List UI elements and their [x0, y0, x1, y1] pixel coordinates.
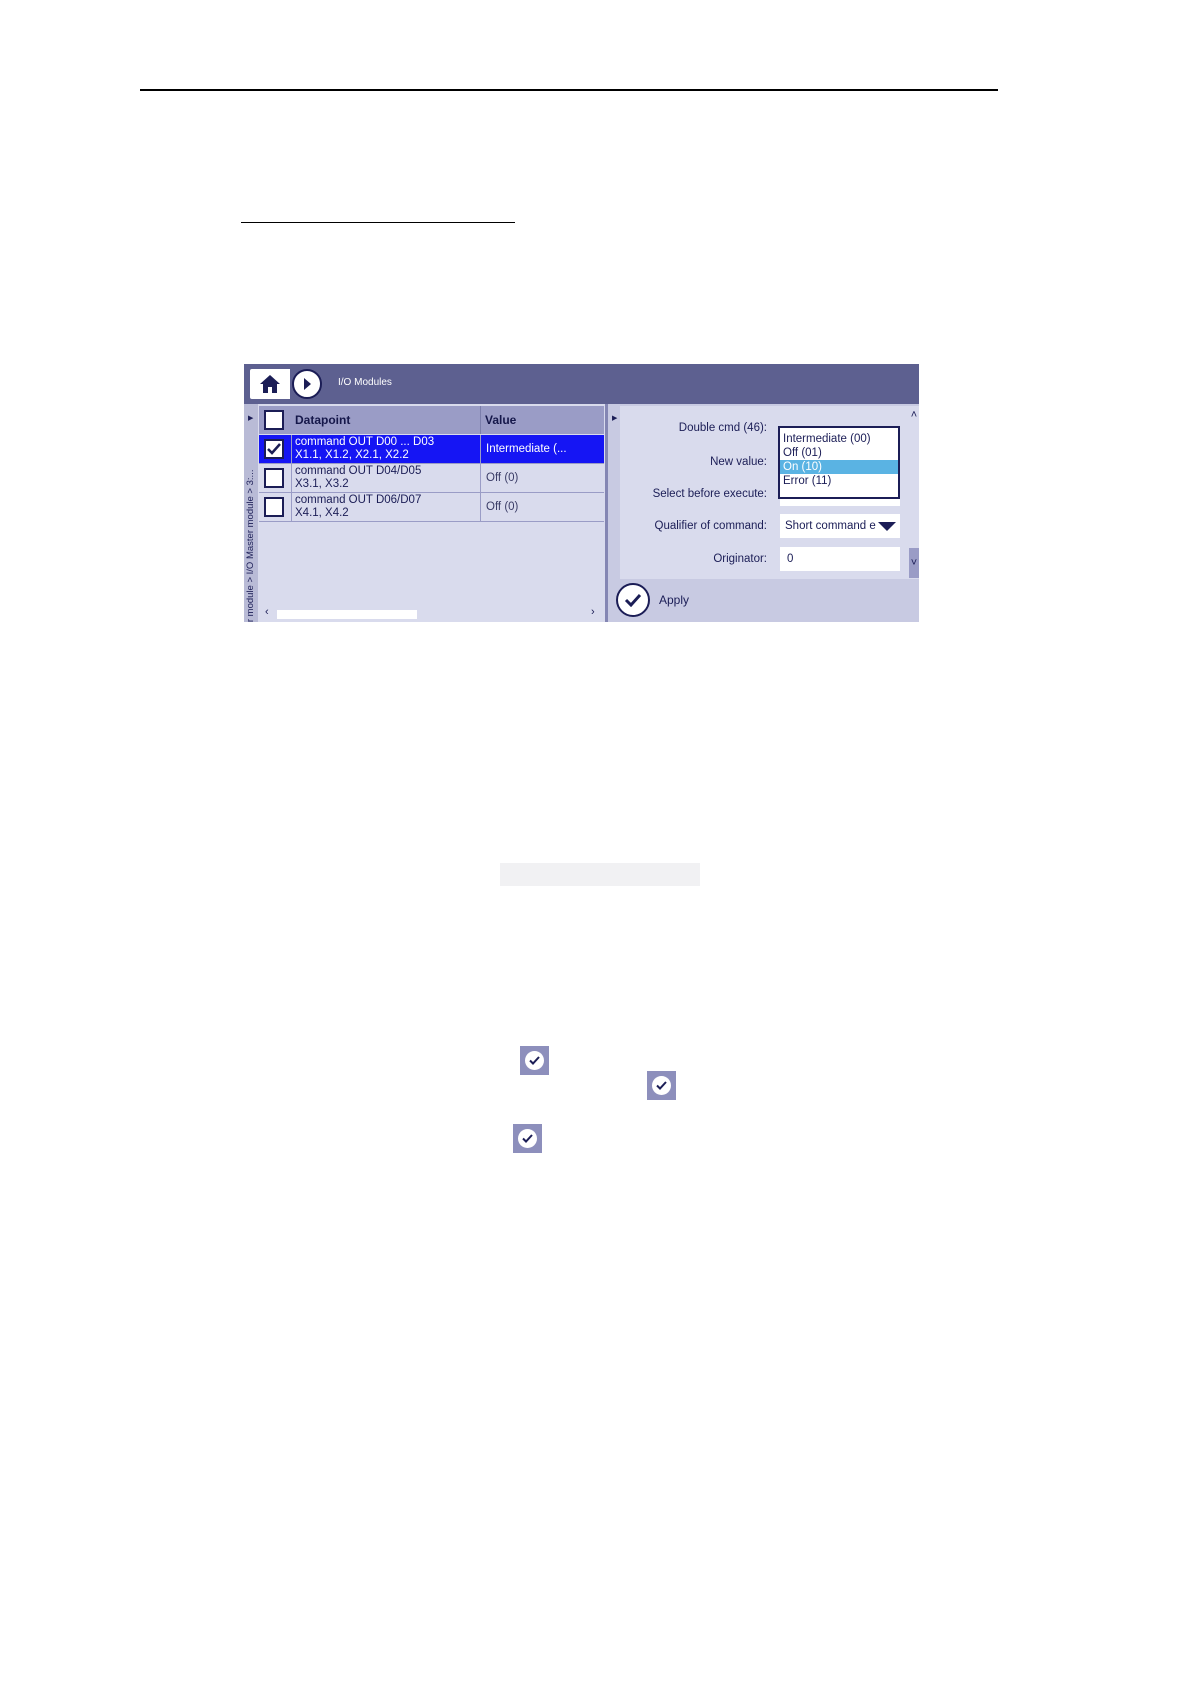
- play-arrow-icon: [304, 378, 311, 390]
- apply-bar: Apply: [608, 579, 919, 622]
- datapoint-line2: X1.1, X1.2, X2.1, X2.2: [295, 449, 409, 461]
- table-row[interactable]: command OUT D04/D05 X3.1, X3.2 Off (0): [259, 464, 604, 493]
- scroll-right-icon[interactable]: ›: [591, 606, 595, 618]
- table-row[interactable]: command OUT D06/D07 X4.1, X4.2 Off (0): [259, 493, 604, 522]
- datapoint-line2: X3.1, X3.2: [295, 478, 349, 490]
- datapoint-name: command OUT D06/D07 X4.1, X4.2: [295, 494, 421, 520]
- double-cmd-label: Double cmd (46):: [678, 422, 767, 434]
- scrollbar-thumb[interactable]: [277, 610, 417, 619]
- option-error[interactable]: Error (11): [780, 474, 898, 488]
- side-path-strip[interactable]: ▶ Master module > I/O Master module > 3:…: [244, 404, 258, 622]
- datapoint-value: Off (0): [486, 501, 519, 513]
- home-icon: [260, 375, 280, 393]
- select-before-execute-label: Select before execute:: [652, 488, 767, 500]
- apply-icon-button: [520, 1046, 549, 1075]
- column-divider: [480, 464, 481, 493]
- new-value-listbox[interactable]: Intermediate (00) Off (01) On (10) Error…: [778, 426, 900, 499]
- qualifier-value: Short command e: [785, 520, 876, 532]
- forward-button[interactable]: [292, 369, 322, 399]
- datapoint-line2: X4.1, X4.2: [295, 507, 349, 519]
- column-divider: [291, 493, 292, 522]
- table-header: Datapoint Value: [259, 406, 604, 434]
- check-icon: [522, 1134, 533, 1143]
- new-value-label: New value:: [710, 456, 767, 468]
- column-divider: [480, 406, 481, 434]
- page-top-rule: [140, 89, 998, 91]
- expand-arrow-icon[interactable]: ▶: [612, 414, 617, 422]
- checkmark-icon: [267, 443, 281, 455]
- datapoint-name: command OUT D00 ... D03 X1.1, X1.2, X2.1…: [295, 436, 434, 462]
- datapoint-line1: command OUT D00 ... D03: [295, 436, 435, 448]
- option-intermediate[interactable]: Intermediate (00): [780, 432, 898, 446]
- column-header-datapoint[interactable]: Datapoint: [295, 413, 350, 427]
- row-checkbox[interactable]: [264, 439, 284, 459]
- datapoint-line1: command OUT D04/D05: [295, 465, 422, 477]
- select-all-checkbox[interactable]: [264, 410, 284, 430]
- column-divider: [480, 435, 481, 464]
- qualifier-label: Qualifier of command:: [654, 520, 768, 532]
- datapoint-value: Intermediate (...: [486, 443, 567, 455]
- datapoint-name: command OUT D04/D05 X3.1, X3.2: [295, 465, 421, 491]
- vertical-scrollbar[interactable]: ˄ ˅: [909, 406, 919, 579]
- column-divider: [291, 435, 292, 464]
- apply-icon-button: [513, 1124, 542, 1153]
- table-row[interactable]: command OUT D00 ... D03 X1.1, X1.2, X2.1…: [259, 435, 604, 464]
- check-icon: [624, 593, 642, 607]
- apply-label[interactable]: Apply: [659, 593, 689, 607]
- column-divider: [291, 464, 292, 493]
- expand-arrow-icon[interactable]: ▶: [248, 414, 253, 422]
- column-divider: [480, 493, 481, 522]
- check-icon: [529, 1056, 540, 1065]
- apply-button[interactable]: [616, 583, 650, 617]
- row-checkbox[interactable]: [264, 468, 284, 488]
- row-checkbox[interactable]: [264, 497, 284, 517]
- section-heading-underline: [241, 222, 515, 223]
- option-off[interactable]: Off (01): [780, 446, 898, 460]
- datapoint-value: Off (0): [486, 472, 519, 484]
- originator-label: Originator:: [713, 553, 767, 565]
- scroll-left-icon[interactable]: ‹: [265, 606, 269, 618]
- side-path-label: Master module > I/O Master module > 3:..…: [245, 469, 256, 622]
- gray-placeholder-bar: [500, 863, 700, 886]
- horizontal-scrollbar[interactable]: ‹ ›: [259, 606, 601, 620]
- qualifier-dropdown[interactable]: Short command e: [780, 514, 900, 538]
- datapoint-line1: command OUT D06/D07: [295, 494, 422, 506]
- option-on-highlighted[interactable]: On (10): [780, 460, 898, 474]
- originator-field[interactable]: 0: [780, 547, 900, 571]
- breadcrumb: I/O Modules: [338, 377, 392, 388]
- dropdown-arrow-icon: [878, 522, 896, 531]
- home-button[interactable]: [250, 369, 290, 399]
- check-icon: [656, 1081, 667, 1090]
- scroll-up-icon[interactable]: ˄: [909, 406, 919, 424]
- io-modules-screenshot: I/O Modules ▶ Master module > I/O Master…: [244, 364, 919, 622]
- scroll-down-icon[interactable]: ˅: [909, 554, 919, 572]
- apply-icon-button: [647, 1071, 676, 1100]
- top-navigation-bar: I/O Modules: [244, 364, 919, 404]
- column-header-value[interactable]: Value: [485, 413, 516, 427]
- command-form: Double cmd (46): New value: Select befor…: [620, 406, 909, 579]
